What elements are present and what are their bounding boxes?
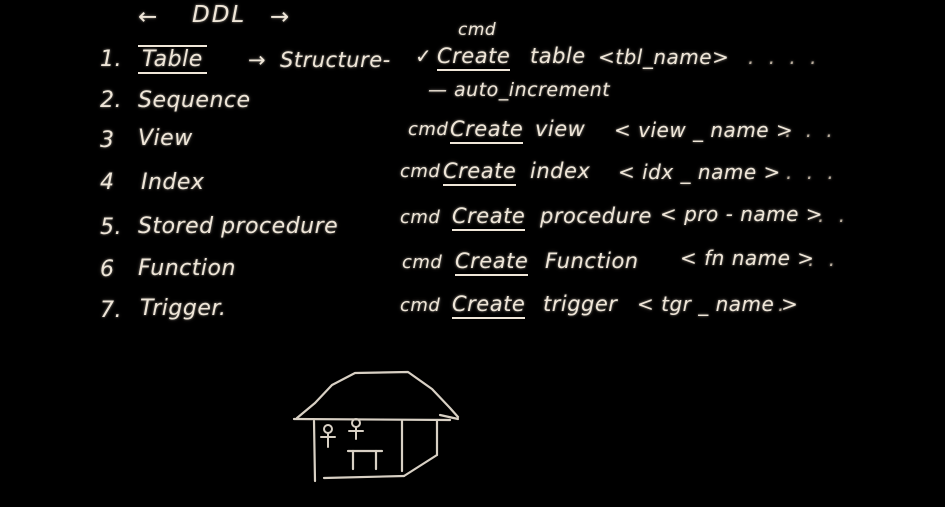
list-item-term: Table bbox=[138, 45, 207, 74]
whiteboard-canvas: ← DDL → 1. Table → Structure- cmd ✓ Crea… bbox=[0, 0, 945, 507]
floor-side-edge bbox=[402, 453, 439, 478]
structure-label: Structure- bbox=[280, 48, 391, 72]
cmd-prefix-label: cmd bbox=[402, 252, 443, 273]
list-item-number: 5. bbox=[100, 215, 122, 240]
header-right-arrow-icon: → bbox=[270, 4, 290, 30]
list-item-number: 4 bbox=[100, 170, 115, 195]
trailing-dots: . bbox=[778, 292, 789, 316]
trailing-dots: . . . bbox=[786, 160, 838, 184]
row-arrow-icon: → bbox=[248, 48, 267, 72]
trailing-dots: . . . . bbox=[748, 45, 821, 69]
name-placeholder: < idx _ name > bbox=[618, 160, 781, 184]
header-left-arrow-icon: ← bbox=[138, 4, 158, 30]
list-item-number: 1. bbox=[100, 47, 122, 72]
list-item-number: 7. bbox=[100, 298, 122, 323]
cmd-prefix-label: cmd bbox=[408, 119, 449, 140]
roof-outline bbox=[295, 370, 460, 420]
list-item-term: Sequence bbox=[138, 88, 251, 113]
object-keyword: procedure bbox=[540, 204, 652, 228]
list-item-number: 3 bbox=[100, 128, 115, 153]
object-keyword: view bbox=[535, 117, 586, 141]
name-placeholder: < pro - name > bbox=[660, 202, 824, 226]
floor-front-edge bbox=[322, 474, 406, 480]
name-placeholder: < tgr _ name > bbox=[637, 292, 799, 316]
object-keyword: trigger bbox=[543, 292, 618, 316]
create-keyword: Create bbox=[443, 159, 517, 186]
person-1-head-icon bbox=[323, 424, 333, 434]
list-item-term: Trigger. bbox=[140, 296, 227, 321]
object-keyword: table bbox=[530, 44, 586, 68]
object-keyword: Function bbox=[545, 249, 639, 273]
create-keyword: Create bbox=[450, 117, 524, 144]
create-keyword: Create bbox=[452, 204, 526, 231]
name-placeholder: < view _ name > bbox=[614, 118, 794, 142]
create-keyword: Create bbox=[452, 292, 526, 319]
create-keyword: Create bbox=[437, 44, 511, 71]
list-item-term: View bbox=[138, 126, 193, 151]
name-placeholder: < fn name > bbox=[680, 246, 815, 270]
cmd-prefix-label: cmd bbox=[400, 161, 441, 182]
list-item-term: Function bbox=[138, 256, 236, 281]
create-keyword: Create bbox=[455, 249, 529, 276]
list-item-number: 2. bbox=[100, 88, 122, 113]
object-keyword: index bbox=[530, 159, 591, 183]
list-item-term: Stored procedure bbox=[138, 214, 339, 239]
trailing-dots: . . bbox=[808, 247, 840, 271]
cmd-prefix-label: cmd bbox=[400, 207, 441, 228]
trailing-dots: . . . bbox=[785, 118, 837, 142]
page-title: DDL bbox=[192, 2, 247, 28]
list-item-term: Index bbox=[141, 170, 205, 195]
trailing-dots: . . bbox=[818, 203, 850, 227]
left-wall bbox=[312, 419, 317, 483]
name-placeholder: <tbl_name> bbox=[598, 45, 730, 69]
auto-increment-note: — auto_increment bbox=[428, 79, 611, 101]
list-item-number: 6 bbox=[100, 257, 115, 282]
checkmark-icon: ✓ bbox=[415, 44, 433, 68]
cmd-annotation-label: cmd bbox=[458, 20, 497, 40]
house-sketch bbox=[292, 370, 460, 483]
eave-line bbox=[292, 417, 452, 422]
cmd-prefix-label: cmd bbox=[400, 295, 441, 316]
